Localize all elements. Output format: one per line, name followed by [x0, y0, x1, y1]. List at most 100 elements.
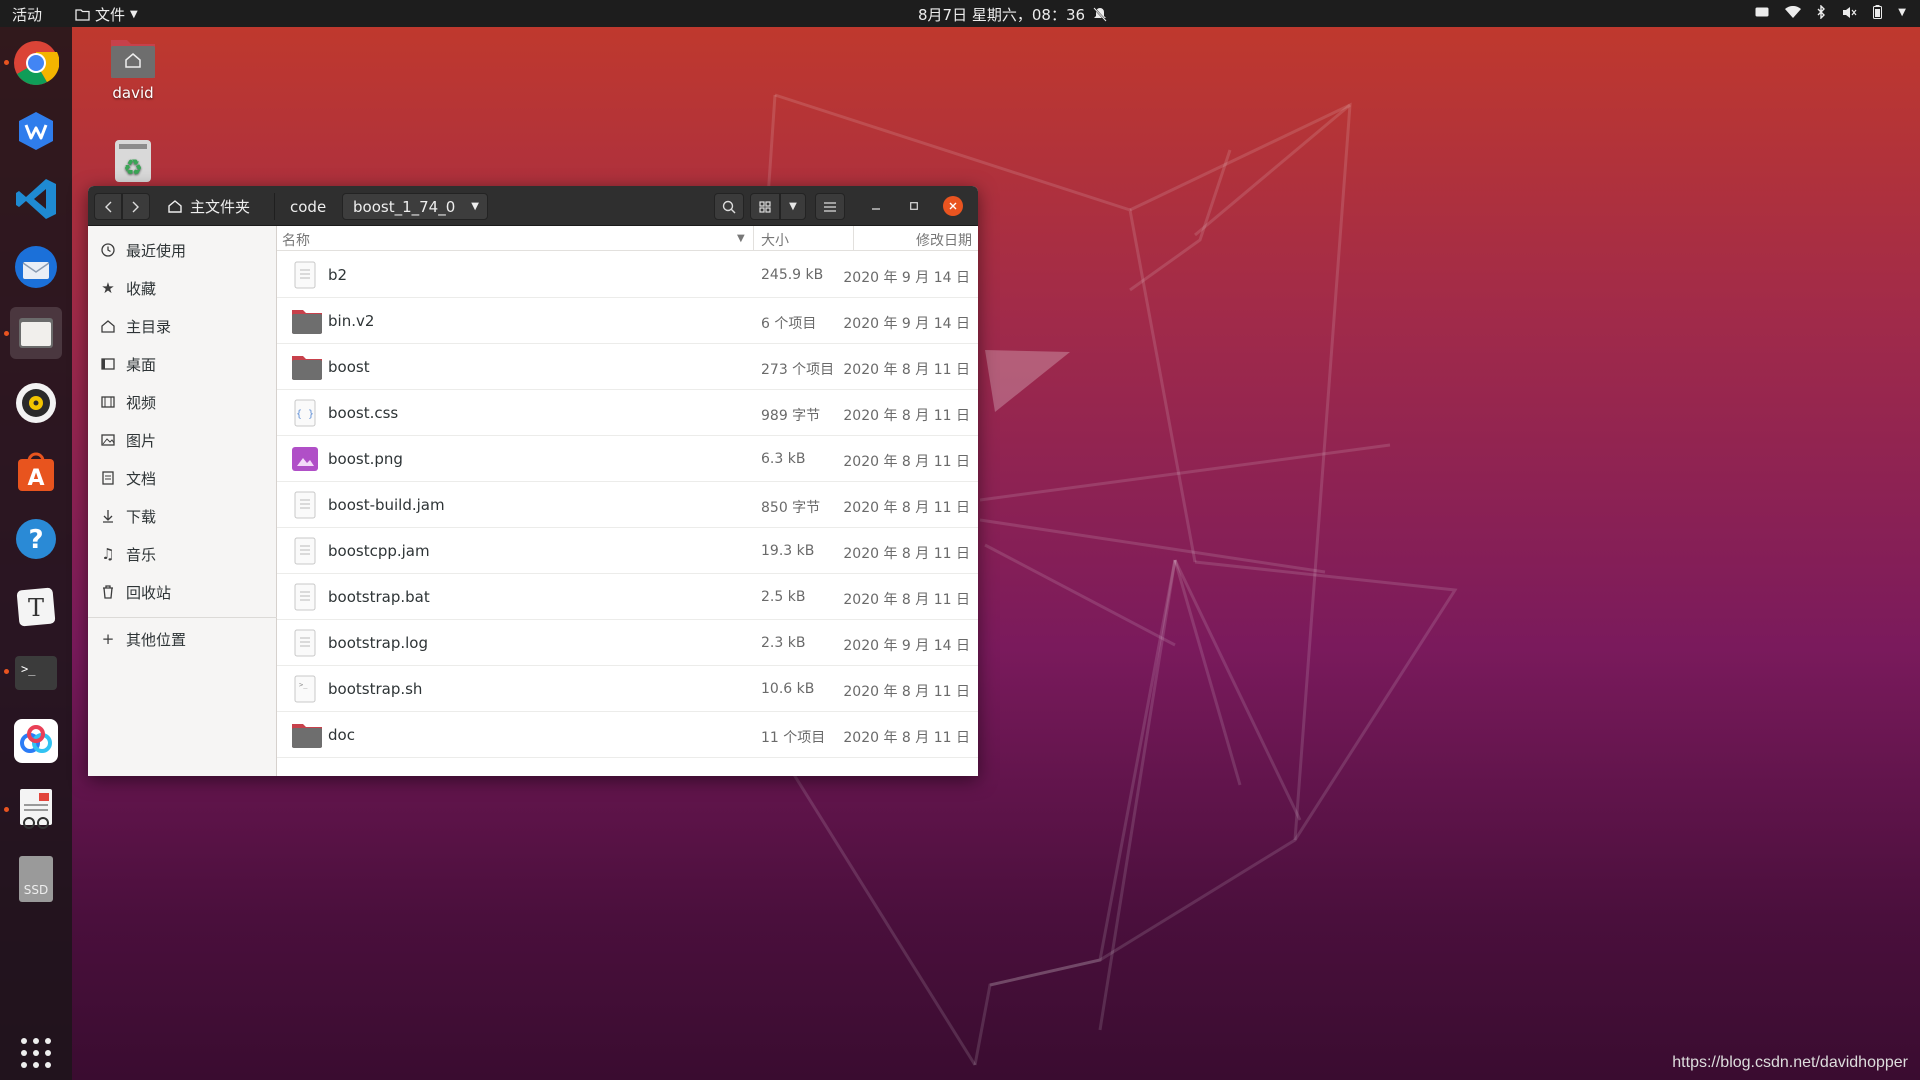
text-file-icon [291, 491, 319, 519]
svg-text:{ }: { } [296, 409, 314, 420]
breadcrumb-code[interactable]: code [280, 193, 336, 220]
file-row[interactable]: bootstrap.bat 2.5 kB 2020 年 8 月 11 日 [277, 574, 978, 620]
column-divider [753, 226, 754, 251]
svg-text:♻: ♻ [123, 156, 143, 181]
dock-item-typora[interactable]: T [10, 581, 62, 633]
picture-icon [100, 432, 116, 448]
sidebar-item-label: 最近使用 [126, 241, 187, 260]
file-name: bootstrap.log [328, 634, 428, 652]
file-row[interactable]: boost.png 6.3 kB 2020 年 8 月 11 日 [277, 436, 978, 482]
running-indicator [4, 669, 9, 674]
sidebar-item-home[interactable]: 主目录 [88, 309, 277, 343]
desktop-home-folder[interactable]: david [88, 36, 178, 102]
dock-item-chrome[interactable] [10, 37, 62, 89]
dock-item-software[interactable]: A [10, 445, 62, 497]
file-size: 10.6 kB [761, 681, 815, 697]
home-folder-icon [111, 40, 155, 78]
files-icon [19, 318, 53, 348]
sidebar-item-videos[interactable]: 视频 [88, 385, 277, 419]
breadcrumb-home-label: 主文件夹 [190, 198, 251, 216]
column-divider [853, 226, 854, 251]
file-row[interactable]: boost-build.jam 850 字节 2020 年 8 月 11 日 [277, 482, 978, 528]
sidebar-item-other-locations[interactable]: + 其他位置 [88, 622, 277, 656]
column-name[interactable]: 名称 [282, 230, 310, 250]
folder-icon [291, 353, 322, 381]
view-options-button[interactable]: ▼ [780, 193, 806, 220]
file-row[interactable]: boost 273 个项目 2020 年 8 月 11 日 [277, 344, 978, 390]
sidebar-item-pictures[interactable]: 图片 [88, 423, 277, 457]
folder-icon [291, 307, 322, 335]
dock-item-rhythmbox[interactable] [10, 377, 62, 429]
menu-button[interactable] [815, 193, 845, 220]
sidebar-item-trash[interactable]: 回收站 [88, 575, 277, 609]
app-menu[interactable]: 文件 ▼ [75, 4, 138, 25]
running-indicator [4, 331, 9, 336]
software-icon: A [18, 452, 54, 491]
text-file-icon [291, 261, 319, 289]
dock: A ? T >_ SSD [0, 27, 72, 1080]
file-manager-window: 主文件夹 code boost_1_74_0 ▼ ▼ 最近使用 ★ 收藏 主目录… [88, 186, 978, 776]
file-row[interactable]: bin.v2 6 个项目 2020 年 9 月 14 日 [277, 298, 978, 344]
show-applications-button[interactable] [10, 1027, 62, 1079]
chevron-right-icon [132, 201, 139, 212]
svg-text:>_: >_ [21, 662, 36, 676]
activities-button[interactable]: 活动 [12, 4, 42, 25]
file-modified-date: 2020 年 8 月 11 日 [843, 684, 970, 700]
file-row[interactable]: bootstrap.log 2.3 kB 2020 年 9 月 14 日 [277, 620, 978, 666]
sidebar-item-desktop[interactable]: 桌面 [88, 347, 277, 381]
dock-item-ssd[interactable]: SSD [10, 853, 62, 905]
dock-item-wps[interactable] [10, 105, 62, 157]
forward-button[interactable] [122, 193, 150, 220]
file-size: 273 个项目 [761, 362, 835, 378]
dock-item-files[interactable] [10, 307, 62, 359]
folder-icon [291, 721, 322, 749]
clock-icon [100, 242, 116, 258]
sidebar-item-music[interactable]: ♫ 音乐 [88, 537, 277, 571]
file-name: boost.png [328, 450, 403, 468]
desktop-trash[interactable]: ♻ [88, 138, 178, 188]
column-modified[interactable]: 修改日期 [916, 230, 972, 250]
file-size: 6 个项目 [761, 316, 817, 332]
file-row[interactable]: b2 245.9 kB 2020 年 9 月 14 日 [277, 252, 978, 298]
dock-item-thunderbird[interactable] [10, 241, 62, 293]
dock-item-help[interactable]: ? [10, 513, 62, 565]
grid-view-button[interactable] [750, 193, 780, 220]
help-icon: ? [16, 519, 56, 559]
chevron-down-icon: ▼ [1898, 6, 1906, 18]
system-tray[interactable]: ▼ [1755, 5, 1906, 19]
dock-item-vscode[interactable] [10, 173, 62, 225]
dock-item-terminal[interactable]: >_ [10, 647, 62, 699]
plus-icon: + [101, 630, 115, 648]
sidebar-item-recent[interactable]: 最近使用 [88, 233, 277, 267]
sidebar-item-downloads[interactable]: 下载 [88, 499, 277, 533]
sidebar-item-label: 其他位置 [126, 630, 187, 649]
chevron-down-icon: ▼ [471, 201, 479, 212]
minimize-button[interactable] [868, 198, 884, 214]
desktop-icon [100, 356, 116, 372]
file-row[interactable]: >_ bootstrap.sh 10.6 kB 2020 年 8 月 11 日 [277, 666, 978, 712]
sort-chevron-icon[interactable]: ▼ [737, 233, 745, 244]
search-button[interactable] [714, 193, 744, 220]
file-row[interactable]: { } boost.css 989 字节 2020 年 8 月 11 日 [277, 390, 978, 436]
dock-item-baidu-netdisk[interactable] [10, 715, 62, 767]
keyboard-icon [1755, 7, 1769, 17]
file-row[interactable]: boostcpp.jam 19.3 kB 2020 年 8 月 11 日 [277, 528, 978, 574]
file-size: 2.3 kB [761, 635, 806, 651]
breadcrumb-current[interactable]: boost_1_74_0 ▼ [342, 193, 488, 220]
clock[interactable]: 8月7日 星期六，08：36 [918, 4, 1107, 25]
script-file-icon: >_ [291, 675, 319, 703]
maximize-button[interactable] [906, 198, 922, 214]
file-row[interactable]: doc 11 个项目 2020 年 8 月 11 日 [277, 712, 978, 758]
column-size[interactable]: 大小 [761, 230, 789, 250]
close-button[interactable] [943, 196, 963, 216]
text-file-icon [291, 629, 319, 657]
sidebar-item-starred[interactable]: ★ 收藏 [88, 271, 277, 305]
sidebar-item-documents[interactable]: 文档 [88, 461, 277, 495]
back-button[interactable] [94, 193, 122, 220]
dock-item-reader[interactable] [10, 783, 62, 835]
folder-icon [75, 9, 90, 21]
file-name: doc [328, 726, 355, 744]
sidebar: 最近使用 ★ 收藏 主目录 桌面 视频 图片 文档 下载 ♫ 音乐 回收站 + … [88, 226, 277, 776]
home-icon [168, 200, 182, 213]
breadcrumb-home[interactable]: 主文件夹 [158, 193, 260, 220]
